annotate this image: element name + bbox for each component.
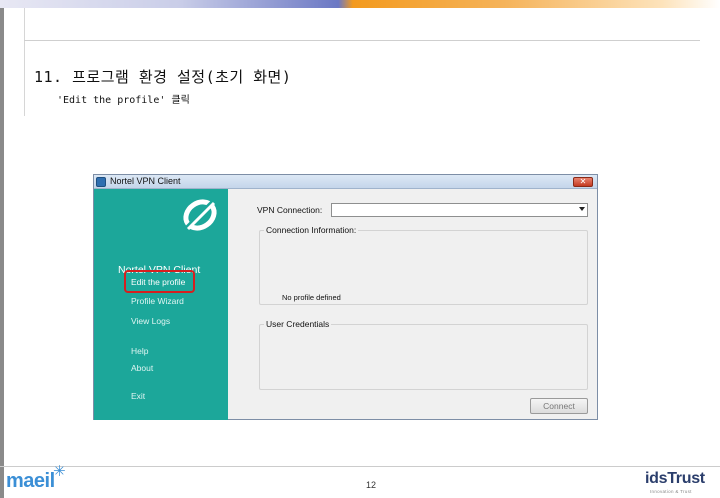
header-divider-vertical xyxy=(24,8,25,116)
window-titlebar: Nortel VPN Client ✕ xyxy=(94,175,597,189)
vpn-connection-select[interactable] xyxy=(331,203,588,217)
nortel-vpn-window: Nortel VPN Client ✕ Nortel VPN Client Ed… xyxy=(93,174,598,420)
user-credentials-legend: User Credentials xyxy=(264,319,332,329)
maeil-logo: maeil xyxy=(6,470,55,492)
sidebar-item-view-logs[interactable]: View Logs xyxy=(131,316,170,326)
page-number: 12 xyxy=(366,480,377,490)
header-divider-horizontal xyxy=(24,40,700,41)
no-profile-text: No profile defined xyxy=(282,293,341,302)
sidebar-item-about[interactable]: About xyxy=(131,363,153,373)
connection-information-legend: Connection Information: xyxy=(264,225,359,235)
sidebar: Nortel VPN Client Edit the profile Profi… xyxy=(94,189,228,420)
window-title: Nortel VPN Client xyxy=(110,176,181,186)
close-icon[interactable]: ✕ xyxy=(573,177,593,187)
left-edge-bar xyxy=(0,8,4,498)
sidebar-item-exit[interactable]: Exit xyxy=(131,391,145,401)
user-credentials-group: User Credentials xyxy=(259,319,588,390)
top-decorative-band xyxy=(0,0,720,8)
connection-information-group: Connection Information: No profile defin… xyxy=(259,225,588,305)
nortel-logo-icon xyxy=(182,197,218,233)
maeil-star-icon: ✳ xyxy=(53,462,66,480)
connect-button[interactable]: Connect xyxy=(530,398,588,414)
dropdown-arrow-icon[interactable] xyxy=(579,207,585,211)
slide-title: 11. 프로그램 환경 설정(초기 화면) xyxy=(34,68,292,86)
idstrust-tagline: Innovation & Trust xyxy=(650,489,692,494)
sidebar-item-profile-wizard[interactable]: Profile Wizard xyxy=(131,296,184,306)
slide-subtitle: 'Edit the profile' 클릭 xyxy=(57,95,190,106)
vpn-connection-label: VPN Connection: xyxy=(257,205,323,215)
sidebar-item-help[interactable]: Help xyxy=(131,346,148,356)
idstrust-logo: idsTrust xyxy=(645,470,705,487)
footer-divider xyxy=(0,466,720,467)
nortel-app-icon xyxy=(96,177,106,187)
sidebar-item-edit-profile[interactable]: Edit the profile xyxy=(131,277,185,287)
